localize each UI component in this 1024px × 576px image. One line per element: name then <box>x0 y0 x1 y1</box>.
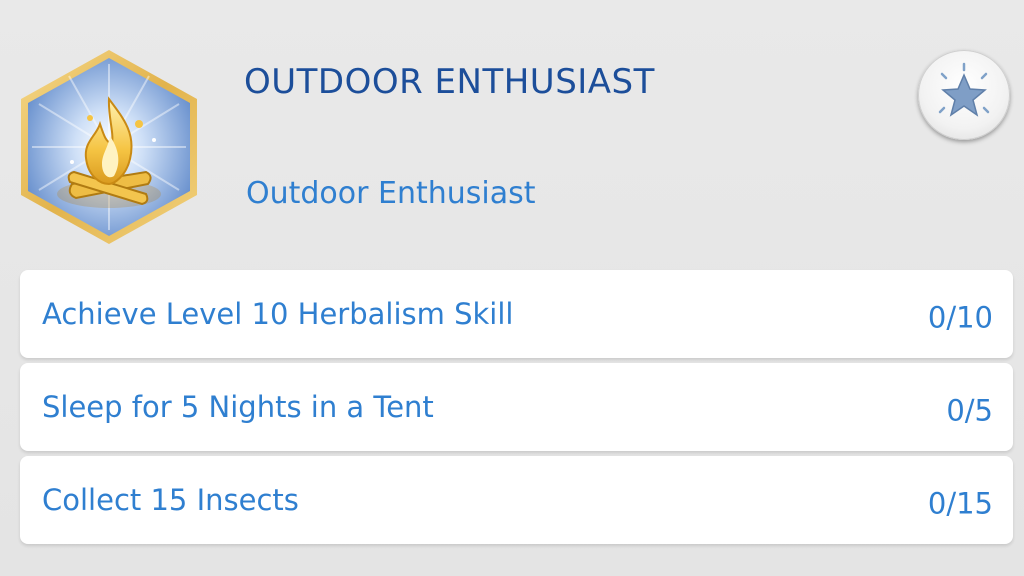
goal-label: Collect 15 Insects <box>42 483 299 517</box>
goal-list: Achieve Level 10 Herbalism Skill 0/10 Sl… <box>20 270 1013 549</box>
favorite-button[interactable] <box>918 50 1010 140</box>
aspiration-subtitle: Outdoor Enthusiast <box>246 176 536 211</box>
goal-row[interactable]: Collect 15 Insects 0/15 <box>20 456 1013 544</box>
goal-row[interactable]: Achieve Level 10 Herbalism Skill 0/10 <box>20 270 1013 358</box>
goal-progress: 0/5 <box>946 393 993 428</box>
goal-label: Achieve Level 10 Herbalism Skill <box>42 297 514 331</box>
goal-progress: 0/10 <box>927 300 993 335</box>
aspiration-panel: Outdoor Enthusiast Outdoor Enthusiast Ac… <box>0 0 1024 576</box>
goal-progress: 0/15 <box>927 486 993 521</box>
aspiration-title: Outdoor Enthusiast <box>244 62 655 102</box>
star-icon <box>938 62 990 117</box>
goal-row[interactable]: Sleep for 5 Nights in a Tent 0/5 <box>20 363 1013 451</box>
goal-label: Sleep for 5 Nights in a Tent <box>42 390 434 424</box>
aspiration-badge <box>14 44 204 250</box>
